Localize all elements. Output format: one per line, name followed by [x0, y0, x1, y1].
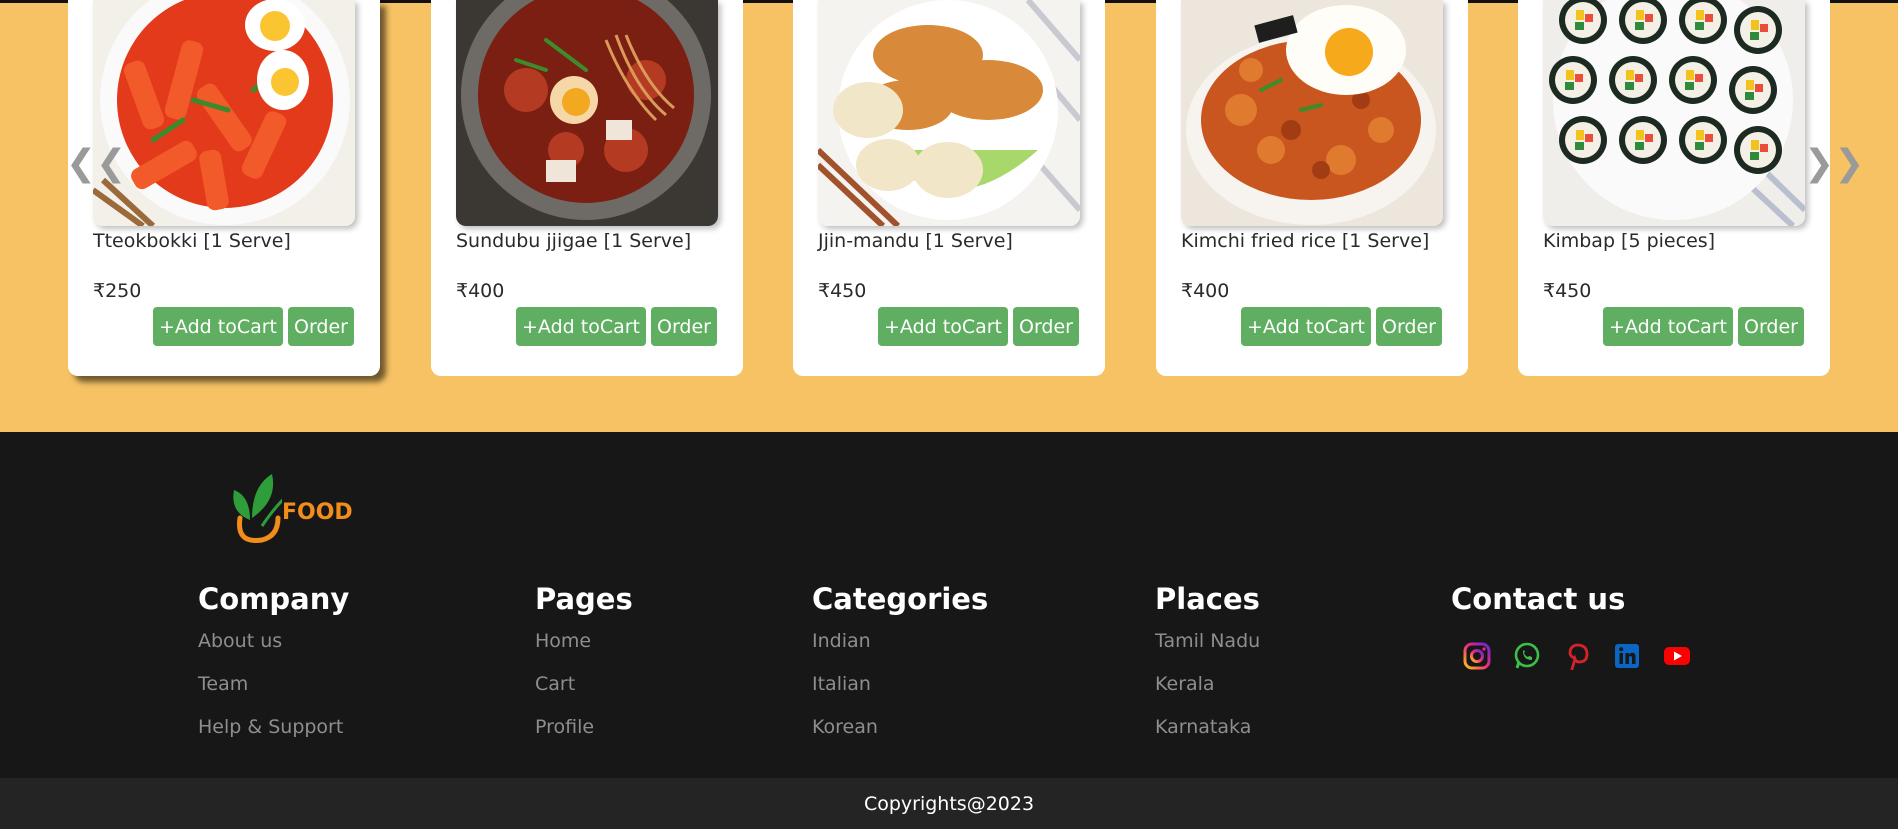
cart-link[interactable]: Cart [535, 673, 633, 716]
footer-places: Places Tamil Nadu Kerala Karnataka [1155, 582, 1260, 759]
food-price: ₹400 [1181, 280, 1230, 302]
categories-heading: Categories [812, 582, 989, 616]
food-logo[interactable]: FOOD [222, 468, 353, 548]
linkedin-icon[interactable] [1613, 642, 1641, 670]
company-heading: Company [198, 582, 350, 616]
add-to-cart-button[interactable]: +Add toCart [1603, 307, 1733, 346]
food-card[interactable]: Jjin-mandu [1 Serve] ₹450 +Add toCart Or… [793, 0, 1105, 376]
copyright-bar: Copyrights@2023 [0, 778, 1898, 829]
food-card[interactable]: Kimchi fried rice [1 Serve] ₹400 +Add to… [1156, 0, 1468, 376]
food-card[interactable]: Tteokbokki [1 Serve] ₹250 +Add toCart Or… [68, 0, 380, 376]
places-heading: Places [1155, 582, 1260, 616]
sundubu-jjigae-image [456, 0, 718, 226]
kimchi-fried-rice-image [1181, 0, 1443, 226]
food-carousel: Tteokbokki [1 Serve] ₹250 +Add toCart Or… [0, 0, 1898, 432]
karnataka-link[interactable]: Karnataka [1155, 716, 1260, 759]
food-card[interactable]: Kimbap [5 pieces] ₹450 +Add toCart Order [1518, 0, 1830, 376]
instagram-icon[interactable] [1463, 642, 1491, 670]
food-name: Kimchi fried rice [1 Serve] [1181, 230, 1430, 252]
add-to-cart-button[interactable]: +Add toCart [878, 307, 1008, 346]
footer-contact: Contact us [1451, 582, 1691, 671]
tteokbokki-image [93, 0, 355, 226]
footer: FOOD Company About us Team Help & Suppor… [0, 432, 1898, 778]
food-price: ₹450 [1543, 280, 1592, 302]
whatsapp-icon[interactable] [1513, 642, 1541, 670]
food-price: ₹250 [93, 280, 142, 302]
food-name: Jjin-mandu [1 Serve] [818, 230, 1013, 252]
indian-link[interactable]: Indian [812, 630, 988, 673]
contact-heading: Contact us [1451, 582, 1626, 616]
food-name: Sundubu jjigae [1 Serve] [456, 230, 692, 252]
footer-company: Company About us Team Help & Support [198, 582, 349, 759]
home-link[interactable]: Home [535, 630, 633, 673]
jjin-mandu-image [818, 0, 1080, 226]
about-us-link[interactable]: About us [198, 630, 349, 673]
food-price: ₹450 [818, 280, 867, 302]
pages-heading: Pages [535, 582, 633, 616]
chevron-double-right-icon[interactable]: ❯❯ [1804, 146, 1864, 182]
leaf-icon [233, 474, 295, 544]
order-button[interactable]: Order [1013, 307, 1079, 346]
food-card[interactable]: Sundubu jjigae [1 Serve] ₹400 +Add toCar… [431, 0, 743, 376]
help-support-link[interactable]: Help & Support [198, 716, 349, 759]
footer-categories: Categories Indian Italian Korean [812, 582, 988, 759]
korean-link[interactable]: Korean [812, 716, 988, 759]
pinterest-icon[interactable] [1563, 642, 1591, 671]
food-price: ₹400 [456, 280, 505, 302]
add-to-cart-button[interactable]: +Add toCart [516, 307, 646, 346]
chevron-double-left-icon[interactable]: ❮❮ [66, 146, 126, 182]
footer-pages: Pages Home Cart Profile [535, 582, 633, 759]
kimbap-image [1543, 0, 1805, 226]
logo-text: FOOD [282, 500, 353, 525]
italian-link[interactable]: Italian [812, 673, 988, 716]
team-link[interactable]: Team [198, 673, 349, 716]
food-name: Kimbap [5 pieces] [1543, 230, 1716, 252]
tamil-nadu-link[interactable]: Tamil Nadu [1155, 630, 1260, 673]
order-button[interactable]: Order [1376, 307, 1442, 346]
profile-link[interactable]: Profile [535, 716, 633, 759]
order-button[interactable]: Order [1738, 307, 1804, 346]
order-button[interactable]: Order [651, 307, 717, 346]
kerala-link[interactable]: Kerala [1155, 673, 1260, 716]
youtube-icon[interactable] [1663, 642, 1691, 670]
order-button[interactable]: Order [288, 307, 354, 346]
copyright-text: Copyrights@2023 [863, 792, 1035, 815]
add-to-cart-button[interactable]: +Add toCart [1241, 307, 1371, 346]
food-name: Tteokbokki [1 Serve] [93, 230, 291, 252]
add-to-cart-button[interactable]: +Add toCart [153, 307, 283, 346]
